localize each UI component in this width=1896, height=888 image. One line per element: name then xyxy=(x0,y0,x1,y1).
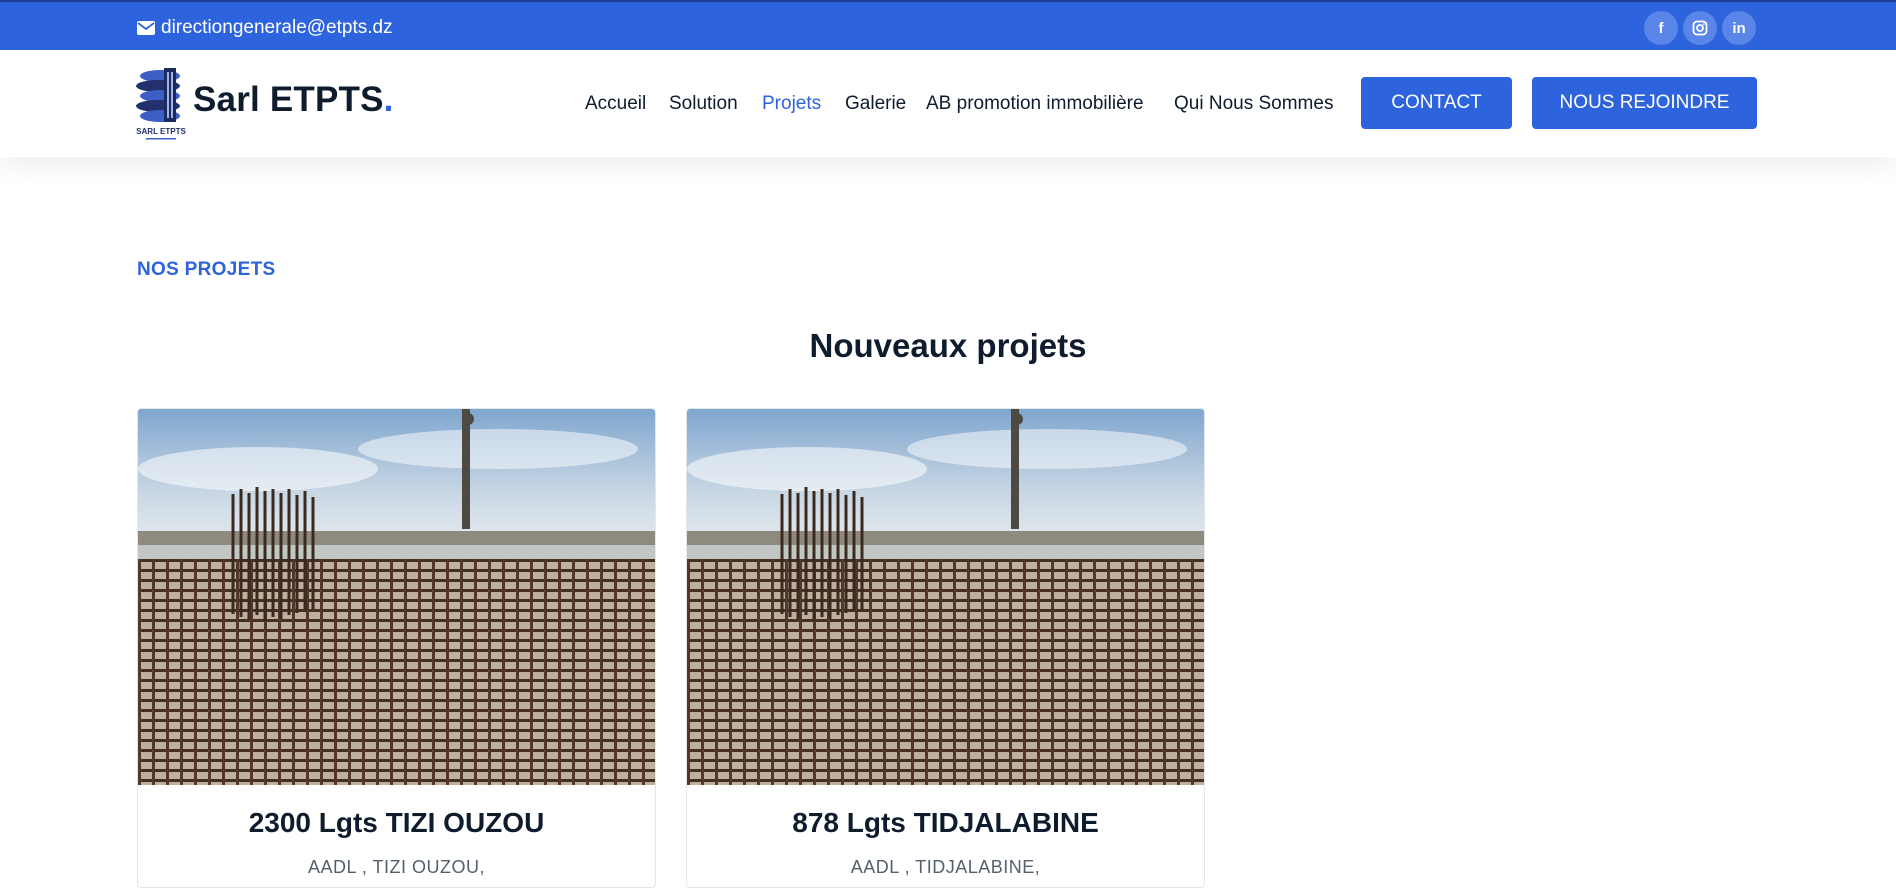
brand-dot: . xyxy=(383,80,394,119)
project-title[interactable]: 2300 Lgts TIZI OUZOU xyxy=(138,807,655,839)
logo-caption: SARL ETPTS xyxy=(136,127,186,136)
email-text: directiongenerale@etpts.dz xyxy=(161,17,393,38)
project-card[interactable]: 878 Lgts TIDJALABINE AADL , TIDJALABINE, xyxy=(686,408,1205,888)
brand-name[interactable]: Sarl ETPTS. xyxy=(193,80,394,120)
nav-accueil[interactable]: Accueil xyxy=(585,93,646,115)
nav-solution[interactable]: Solution xyxy=(669,93,738,115)
facebook-icon[interactable]: f xyxy=(1644,11,1678,45)
linkedin-icon[interactable]: in xyxy=(1722,11,1756,45)
project-card[interactable]: 2300 Lgts TIZI OUZOU AADL , TIZI OUZOU, xyxy=(137,408,656,888)
join-button[interactable]: NOUS REJOINDRE xyxy=(1532,77,1757,129)
project-subtitle: AADL , TIZI OUZOU, xyxy=(307,857,486,877)
section-label: NOS PROJETS xyxy=(137,259,276,280)
section-title-text: Nouveaux projets xyxy=(809,327,1087,364)
linkedin-glyph: in xyxy=(1732,19,1746,37)
contact-button[interactable]: CONTACT xyxy=(1361,77,1512,129)
project-subtitle: AADL , TIDJALABINE, xyxy=(850,857,1041,877)
project-photo xyxy=(687,409,1204,785)
nav-galerie[interactable]: Galerie xyxy=(845,93,906,115)
nav-ab-promotion[interactable]: AB promotion immobilière xyxy=(926,93,1144,115)
project-title[interactable]: 878 Lgts TIDJALABINE xyxy=(687,807,1204,839)
main-header: SARL ETPTS Sarl ETPTS. Accueil Solution … xyxy=(0,50,1896,157)
company-logo[interactable]: SARL ETPTS xyxy=(134,64,188,142)
project-photo xyxy=(138,409,655,785)
brand-text: Sarl ETPTS xyxy=(193,80,384,119)
top-bar: directiongenerale@etpts.dz f in xyxy=(0,0,1896,50)
facebook-glyph: f xyxy=(1658,19,1664,37)
instagram-glyph xyxy=(1692,20,1708,36)
instagram-icon[interactable] xyxy=(1683,11,1717,45)
mail-icon xyxy=(137,21,155,35)
section-title: Nouveaux projets xyxy=(0,327,1896,365)
nav-projets[interactable]: Projets xyxy=(762,93,821,115)
nav-qui-nous-sommes[interactable]: Qui Nous Sommes xyxy=(1174,93,1333,115)
contact-email[interactable]: directiongenerale@etpts.dz xyxy=(137,17,393,39)
